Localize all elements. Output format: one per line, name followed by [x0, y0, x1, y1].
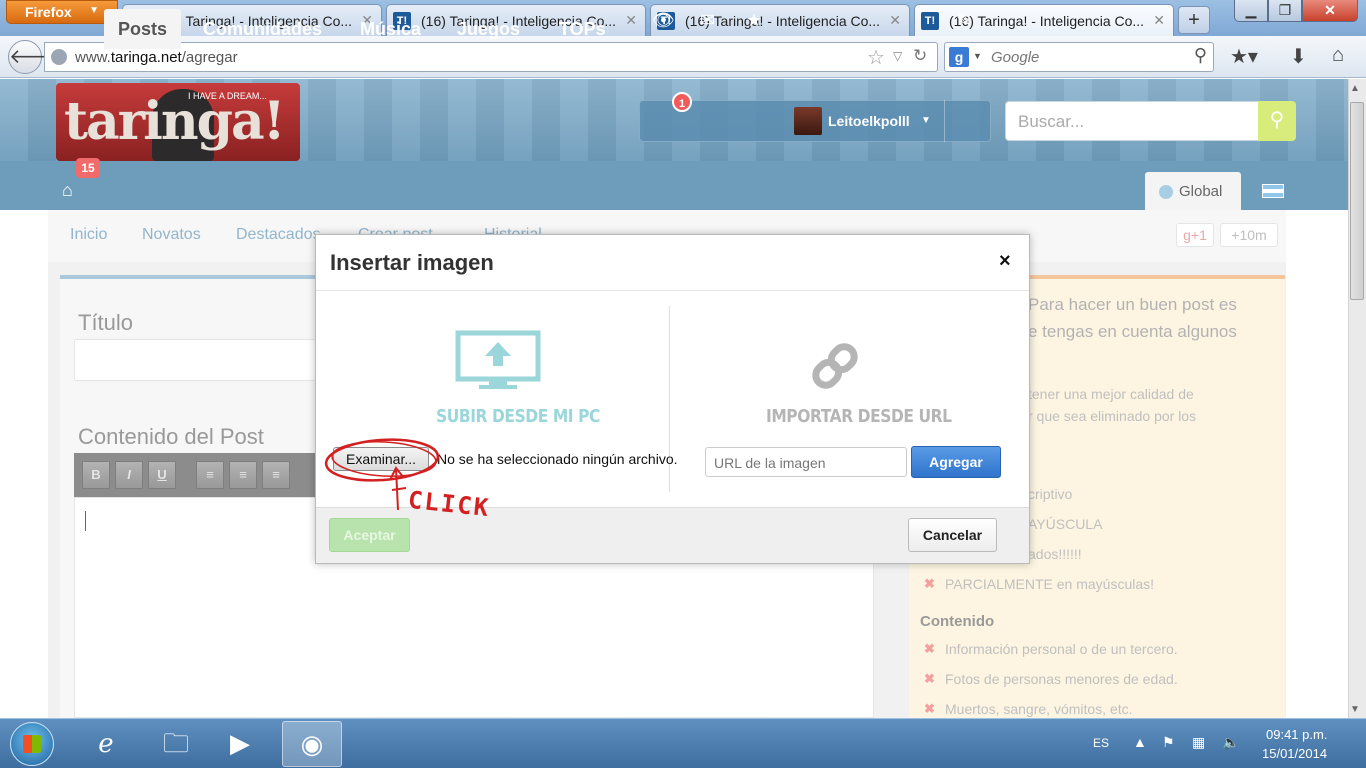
- reload-icon[interactable]: ↻: [913, 46, 927, 66]
- scroll-down-arrow-icon[interactable]: ▼: [1350, 704, 1360, 715]
- site-search-button[interactable]: ⚲: [1258, 101, 1296, 141]
- chevron-down-icon[interactable]: ▼: [973, 51, 982, 61]
- browse-file-button[interactable]: Examinar...: [333, 447, 429, 471]
- edit-icon[interactable]: ✎: [956, 10, 971, 31]
- site-search-input[interactable]: Buscar...: [1005, 101, 1259, 141]
- search-placeholder: Google: [991, 49, 1040, 66]
- close-window-button[interactable]: ✕: [1302, 0, 1358, 22]
- import-from-url-caption: IMPORTAR DESDE URL: [766, 406, 952, 427]
- close-tab-icon[interactable]: ✕: [889, 12, 901, 29]
- image-url-input[interactable]: URL de la imagen: [705, 447, 907, 477]
- dialog-title: Insertar imagen: [330, 250, 494, 275]
- nav-tab-comunidades[interactable]: Comunidades: [189, 9, 336, 49]
- globe-icon: [1159, 185, 1173, 199]
- avatar[interactable]: [794, 107, 822, 135]
- firefox-menu-label: Firefox: [25, 4, 72, 20]
- taringa-favicon-icon: T!: [921, 12, 939, 30]
- eye-icon[interactable]: 👁: [652, 10, 675, 31]
- close-tab-icon[interactable]: ✕: [625, 12, 637, 29]
- bookmarks-icon[interactable]: ★▾: [1230, 44, 1258, 69]
- close-icon[interactable]: ×: [999, 250, 1011, 273]
- logo-subtext: I HAVE A DREAM...: [188, 91, 267, 101]
- new-tab-button[interactable]: +: [1178, 6, 1210, 34]
- google-engine-icon[interactable]: g: [949, 47, 969, 67]
- notification-badge: 1: [672, 92, 692, 112]
- home-icon[interactable]: ⌂: [1332, 44, 1344, 67]
- bookmark-star-icon[interactable]: ☆: [867, 45, 885, 70]
- volume-icon[interactable]: 🔈: [1222, 734, 1239, 751]
- close-tab-icon[interactable]: ✕: [1153, 12, 1165, 29]
- upload-from-pc-caption: SUBIR DESDE MI PC: [436, 406, 600, 427]
- search-icon: ⚲: [1269, 109, 1285, 131]
- browser-tab-active[interactable]: T! (16) Taringa! - Inteligencia Co... ✕: [914, 4, 1174, 37]
- nav-tab-juegos[interactable]: Juegos: [443, 9, 534, 49]
- username[interactable]: Leitoelkpolll: [828, 113, 910, 129]
- media-player-icon[interactable]: ▶: [210, 721, 270, 767]
- address-url: www.taringa.net/agregar: [75, 49, 238, 66]
- clock-time[interactable]: 09:41 p.m.: [1266, 727, 1327, 742]
- argentina-flag-icon[interactable]: [1262, 184, 1284, 198]
- maximize-window-button[interactable]: ❐: [1268, 0, 1302, 22]
- back-button[interactable]: 🡐: [8, 40, 63, 74]
- global-tab[interactable]: Global: [1145, 172, 1241, 210]
- global-label: Global: [1179, 183, 1223, 200]
- nav-tab-posts[interactable]: Posts: [104, 9, 182, 49]
- chevron-down-icon: ▼: [89, 5, 99, 16]
- nav-tab-musica[interactable]: Música: [346, 9, 435, 49]
- home-icon[interactable]: ⌂: [62, 180, 73, 201]
- add-url-button[interactable]: Agregar: [911, 446, 1001, 478]
- search-icon[interactable]: ⚲: [1194, 45, 1207, 66]
- language-indicator[interactable]: ES: [1093, 736, 1109, 750]
- accept-button[interactable]: Aceptar: [329, 518, 410, 552]
- scrollbar-thumb[interactable]: [1350, 102, 1364, 300]
- history-dropdown-icon[interactable]: ▽: [893, 49, 902, 63]
- tab-title: (16) Taringa! - Inteligencia Co...: [949, 13, 1145, 29]
- browser-tab[interactable]: T! (16) Taringa! - Inteligencia Co... ✕: [650, 4, 910, 36]
- chain-link-icon: [812, 343, 858, 389]
- cancel-button[interactable]: Cancelar: [908, 518, 997, 552]
- taringa-logo[interactable]: taringa! I HAVE A DREAM...: [56, 83, 300, 161]
- divider: [944, 100, 945, 142]
- internet-explorer-icon[interactable]: ℯ: [76, 721, 136, 767]
- monitor-upload-icon: [455, 330, 541, 389]
- firefox-taskbar-icon[interactable]: ◉: [282, 721, 342, 767]
- firefox-menu-button[interactable]: Firefox ▼: [6, 0, 118, 24]
- action-center-icon[interactable]: ⚑: [1162, 734, 1175, 751]
- windows-logo-icon: [23, 735, 41, 753]
- show-hidden-icons-icon[interactable]: ▲: [1133, 734, 1147, 750]
- start-button[interactable]: [10, 722, 54, 766]
- nav-tab-tops[interactable]: TOPs: [545, 9, 620, 49]
- search-bar[interactable]: g ▼ Google ⚲: [944, 42, 1214, 72]
- star-icon[interactable]: ★: [746, 10, 762, 31]
- globe-icon: [51, 49, 67, 65]
- mail-icon[interactable]: ✉: [700, 10, 715, 31]
- download-icon[interactable]: ⬇: [1290, 44, 1307, 69]
- network-icon[interactable]: ▦: [1192, 734, 1205, 751]
- clock-date[interactable]: 15/01/2014: [1262, 746, 1327, 761]
- divider: [316, 290, 1029, 291]
- scroll-up-arrow-icon[interactable]: ▲: [1350, 83, 1360, 94]
- minimize-window-button[interactable]: ▁: [1234, 0, 1268, 22]
- file-explorer-icon[interactable]: 🗀: [146, 721, 206, 767]
- notification-count-badge: 15: [76, 158, 100, 178]
- chevron-down-icon[interactable]: ▼: [921, 115, 931, 126]
- no-file-selected-text: No se ha seleccionado ningún archivo.: [437, 451, 678, 467]
